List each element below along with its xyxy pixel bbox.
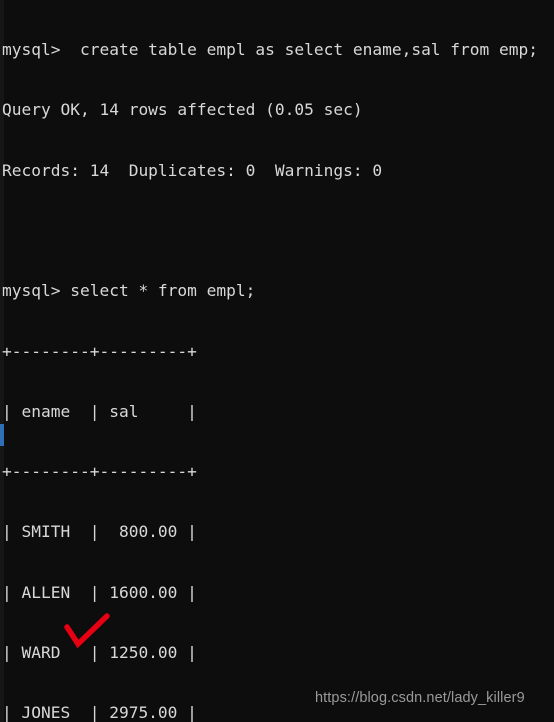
table-border-mid: +--------+---------+: [2, 462, 197, 482]
watermark-url: https://blog.csdn.net/lady_killer9: [315, 690, 525, 706]
terminal-line: mysql> create table empl as select ename…: [2, 40, 539, 60]
table-header-row: | ename | sal |: [2, 401, 197, 421]
table-row: | ALLEN | 1600.00 |: [2, 582, 197, 602]
terminal-line: Records: 14 Duplicates: 0 Warnings: 0: [2, 160, 383, 180]
table-row: | SMITH | 800.00 |: [2, 522, 197, 542]
table-border-top: +--------+---------+: [2, 341, 197, 361]
terminal-line: mysql> select * from empl;: [2, 281, 256, 301]
table-row: | JONES | 2975.00 |: [2, 703, 197, 722]
table-row: | WARD | 1250.00 |: [2, 643, 197, 662]
terminal-screenshot: mysql> create table empl as select ename…: [0, 0, 554, 722]
terminal-line: Query OK, 14 rows affected (0.05 sec): [2, 100, 363, 120]
terminal-output[interactable]: mysql> create table empl as select ename…: [0, 0, 554, 722]
